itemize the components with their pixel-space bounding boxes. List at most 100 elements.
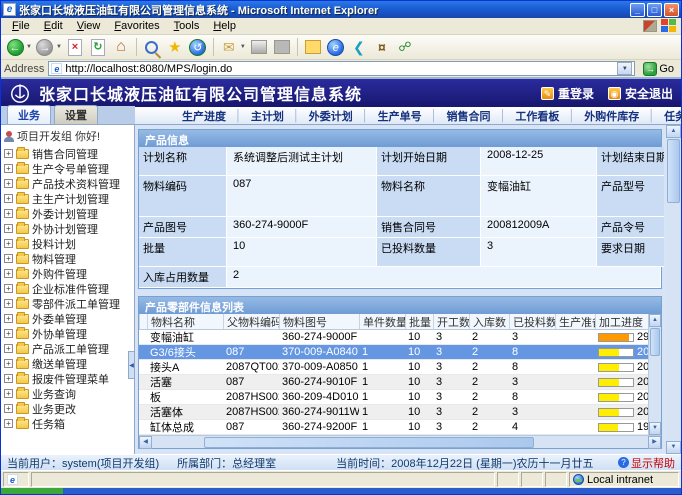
sidebar-item-零部件派工单管理[interactable]: +零部件派工单管理 xyxy=(3,296,134,311)
sidebar-item-外委单管理[interactable]: +外委单管理 xyxy=(3,311,134,326)
table-row[interactable]: 缸体总成087360-274-9200F11032419 % xyxy=(139,420,648,435)
column-header-已投料数[interactable]: 已投料数 xyxy=(509,314,555,329)
parts-table-hscrollbar[interactable]: ◀ ▶ xyxy=(139,435,661,448)
expand-icon[interactable]: + xyxy=(4,344,13,353)
history-icon[interactable]: ↺ xyxy=(189,39,206,56)
show-help-link[interactable]: ? 显示帮助 xyxy=(618,455,675,471)
expand-icon[interactable]: + xyxy=(4,164,13,173)
tab-业务[interactable]: 业务 xyxy=(7,105,51,124)
expand-icon[interactable]: + xyxy=(4,179,13,188)
menu-favorites[interactable]: Favorites xyxy=(107,19,166,33)
expand-icon[interactable]: + xyxy=(4,269,13,278)
stop-icon[interactable]: × xyxy=(68,39,82,56)
sidebar-item-外协单管理[interactable]: +外协单管理 xyxy=(3,326,134,341)
sidebar-item-业务更改[interactable]: +业务更改 xyxy=(3,401,134,416)
column-header-物料图号[interactable]: 物料图号 xyxy=(279,314,359,329)
home-icon[interactable]: ⌂ xyxy=(116,38,126,56)
mail-icon[interactable]: ✉ xyxy=(223,39,235,56)
hscroll-thumb[interactable] xyxy=(204,437,534,448)
expand-icon[interactable]: + xyxy=(4,299,13,308)
messenger-icon[interactable]: ☍ xyxy=(398,39,411,55)
nav-item-工作看板[interactable]: 工作看板 xyxy=(506,108,568,124)
browser-extension-icon[interactable] xyxy=(643,20,657,32)
dropdown-caret-icon[interactable]: ▼ xyxy=(240,44,246,50)
expand-icon[interactable]: + xyxy=(4,374,13,383)
expand-icon[interactable]: + xyxy=(4,254,13,263)
go-button[interactable]: → Go xyxy=(639,61,678,77)
parts-table-vscrollbar[interactable]: ▲ ▼ xyxy=(648,314,661,435)
address-dropdown-icon[interactable]: ▼ xyxy=(617,62,632,75)
menu-tools[interactable]: Tools xyxy=(167,19,207,33)
column-header-物料名称[interactable]: 物料名称 xyxy=(147,314,223,329)
expand-icon[interactable]: + xyxy=(4,194,13,203)
sidebar-item-任务箱[interactable]: +任务箱 xyxy=(3,416,134,431)
media-icon[interactable]: ❮ xyxy=(353,39,365,56)
minimize-button[interactable]: _ xyxy=(630,3,645,17)
expand-icon[interactable]: + xyxy=(4,314,13,323)
column-header-开工数[interactable]: 开工数 xyxy=(433,314,469,329)
relogin-button[interactable]: ✎ 重登录 xyxy=(541,85,594,102)
sidebar-item-产品派工单管理[interactable]: +产品派工单管理 xyxy=(3,341,134,356)
search-icon[interactable] xyxy=(145,41,158,54)
toolbar-button-search[interactable] xyxy=(142,37,162,57)
column-header-生产准备[interactable]: 生产准备 xyxy=(555,314,595,329)
table-row[interactable]: 活塞体2087HS002360-274-9011W11032320 % xyxy=(139,405,648,420)
forward-icon[interactable]: → xyxy=(36,39,53,56)
menu-help[interactable]: Help xyxy=(206,19,243,33)
logout-button[interactable]: ◉ 安全退出 xyxy=(608,85,673,102)
toolbar-button-back[interactable]: ← xyxy=(5,37,25,57)
print-icon[interactable] xyxy=(251,40,267,54)
menu-file[interactable]: File xyxy=(5,19,37,33)
back-icon[interactable]: ← xyxy=(7,39,24,56)
page-scroll-up-icon[interactable]: ▲ xyxy=(666,125,681,138)
expand-icon[interactable]: + xyxy=(4,224,13,233)
expand-icon[interactable]: + xyxy=(4,209,13,218)
column-header-父物料编码[interactable]: 父物料编码 xyxy=(223,314,279,329)
maximize-button[interactable]: □ xyxy=(647,3,662,17)
expand-icon[interactable]: + xyxy=(4,419,13,428)
sidebar-item-业务查询[interactable]: +业务查询 xyxy=(3,386,134,401)
dropdown-caret-icon[interactable]: ▼ xyxy=(56,44,62,50)
toolbar-button-favorites[interactable]: ★ xyxy=(165,37,185,57)
sidebar-item-报废件管理菜单[interactable]: +报废件管理菜单 xyxy=(3,371,134,386)
research-icon[interactable]: ¤ xyxy=(378,39,386,55)
menu-view[interactable]: View xyxy=(70,19,108,33)
close-button[interactable]: × xyxy=(664,3,679,17)
column-header-单件数量[interactable]: 单件数量 xyxy=(359,314,405,329)
page-scroll-thumb[interactable] xyxy=(667,139,680,203)
edit-icon[interactable] xyxy=(274,40,290,54)
toolbar-button-print[interactable] xyxy=(249,37,269,57)
scroll-thumb[interactable] xyxy=(650,328,660,356)
nav-item-主计划[interactable]: 主计划 xyxy=(242,108,293,124)
toolbar-button-refresh[interactable]: ↻ xyxy=(88,37,108,57)
toolbar-button-history[interactable]: ↺ xyxy=(188,37,208,57)
toolbar-button-home[interactable]: ⌂ xyxy=(111,37,131,57)
toolbar-button-mail[interactable]: ✉ xyxy=(219,37,239,57)
sidebar-item-外协计划管理[interactable]: +外协计划管理 xyxy=(3,221,134,236)
favorites-icon[interactable]: ★ xyxy=(168,38,181,56)
sidebar-item-外委计划管理[interactable]: +外委计划管理 xyxy=(3,206,134,221)
nav-item-外购件库存[interactable]: 外购件库存 xyxy=(575,108,648,124)
expand-icon[interactable]: + xyxy=(4,239,13,248)
expand-icon[interactable]: + xyxy=(4,359,13,368)
expand-icon[interactable]: + xyxy=(4,284,13,293)
sidebar-item-缴送单管理[interactable]: +缴送单管理 xyxy=(3,356,134,371)
table-row[interactable]: 变幅油缸360-274-9000F1032329 % xyxy=(139,330,648,345)
sidebar-item-外购件管理[interactable]: +外购件管理 xyxy=(3,266,134,281)
table-row[interactable]: 活塞087360-274-9010F11032320 % xyxy=(139,375,648,390)
nav-item-外委计划[interactable]: 外委计划 xyxy=(300,108,362,124)
windows-taskbar[interactable] xyxy=(1,488,681,494)
toolbar-button-messenger[interactable]: ☍ xyxy=(395,37,415,57)
web-icon[interactable]: e xyxy=(327,39,344,56)
expand-icon[interactable]: + xyxy=(4,404,13,413)
toolbar-button-media[interactable]: ❮ xyxy=(349,37,369,57)
table-row[interactable]: 接头A2087QT002370-009-A085011032820 % xyxy=(139,360,648,375)
toolbar-button-forward[interactable]: → xyxy=(35,37,55,57)
sidebar-item-销售合同管理[interactable]: +销售合同管理 xyxy=(3,146,134,161)
column-header-加工进度[interactable]: 加工进度 xyxy=(595,314,648,329)
nav-item-生产进度[interactable]: 生产进度 xyxy=(173,108,235,124)
nav-item-生产单号[interactable]: 生产单号 xyxy=(369,108,431,124)
scroll-up-icon[interactable]: ▲ xyxy=(649,314,661,327)
toolbar-button-research[interactable]: ¤ xyxy=(372,37,392,57)
toolbar-button-notes[interactable] xyxy=(303,37,323,57)
